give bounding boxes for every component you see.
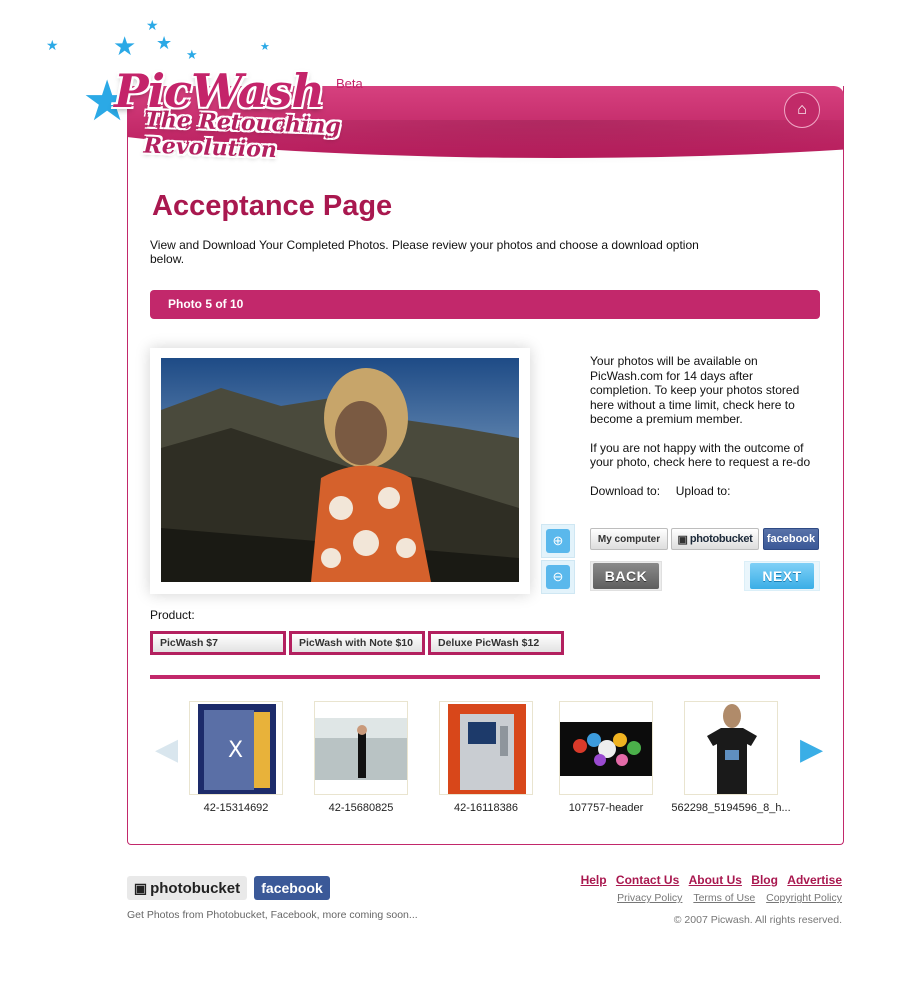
footer-facebook-logo[interactable]: facebook [254,876,330,900]
photo-counter-label: Photo 5 of 10 [168,297,244,311]
thumbnail[interactable] [684,701,778,795]
copyright-text: © 2007 Picwash. All rights reserved. [673,914,842,926]
advertise-link[interactable]: Advertise [787,873,842,887]
download-label: Download to: [590,483,661,498]
zoom-in-button[interactable]: ⊕ [541,524,575,558]
home-button[interactable]: ⌂ [784,92,820,128]
next-button[interactable]: NEXT [744,561,820,591]
terms-of-use-link[interactable]: Terms of Use [693,892,755,904]
thumbnail[interactable] [559,701,653,795]
intro-text: View and Download Your Completed Photos.… [150,238,699,266]
photo-counter-bar: Photo 5 of 10 [150,290,820,319]
info-panel: Your photos will be available on PicWash… [590,354,815,498]
star-icon: ★ [146,17,159,33]
product-option-picwash-note[interactable]: PicWash with Note $10 [289,631,425,655]
star-icon: ★ [156,33,173,53]
page-title: Acceptance Page [152,190,393,222]
thumbnail-caption: 107757-header [568,802,644,814]
redo-text: If you are not happy with the outcome of… [590,440,811,470]
thumbnail-caption: 42-15314692 [203,802,269,814]
photobucket-label: photobucket [689,533,753,545]
footer-links: Help Contact Us About Us Blog Advertise [575,873,842,887]
camera-icon: ▣ [133,879,148,896]
star-icon: ★ [260,41,270,53]
facebook-upload-button[interactable]: facebook [763,528,819,550]
thumbnail-caption: 562298_5194596_8_h... [671,802,791,814]
footer-legal-links: Privacy Policy Terms of Use Copyright Po… [609,892,842,904]
my-computer-button[interactable]: My computer [590,528,668,550]
zoom-out-icon: ⊖ [552,569,564,584]
thumbnail-caption: 42-15680825 [328,802,394,814]
svg-text:X: X [228,738,243,763]
product-option-picwash[interactable]: PicWash $7 [150,631,286,655]
thumbnail[interactable] [439,701,533,795]
privacy-policy-link[interactable]: Privacy Policy [617,892,682,904]
section-divider [150,675,820,679]
zoom-in-icon: ⊕ [552,533,564,548]
star-icon: ★ [113,31,137,61]
footer-photobucket-label: photobucket [150,879,241,897]
photobucket-upload-button[interactable]: ▣ photobucket [671,528,759,550]
blog-link[interactable]: Blog [751,873,778,887]
star-icon: ★ [186,47,198,62]
camera-icon: ▣ [677,533,688,546]
logo-tagline: The Retouching Revolution [143,106,342,164]
copyright-policy-link[interactable]: Copyright Policy [766,892,842,904]
carousel-next-button[interactable]: ▶ [800,732,823,767]
arrow-left-icon: ◀ [155,733,179,766]
thumbnail[interactable] [314,701,408,795]
beta-badge: Beta [336,76,363,91]
star-icon: ★ [46,37,59,53]
zoom-out-button[interactable]: ⊖ [541,560,575,594]
availability-text: Your photos will be available on PicWash… [590,354,800,426]
product-label: Product: [150,608,195,622]
footer-facebook-label: facebook [261,880,323,896]
back-label: BACK [592,563,660,589]
back-button[interactable]: BACK [590,561,662,591]
next-label: NEXT [750,563,814,589]
about-us-link[interactable]: About Us [689,873,742,887]
arrow-right-icon: ▶ [800,733,824,766]
home-icon: ⌂ [797,101,807,118]
contact-us-link[interactable]: Contact Us [616,873,679,887]
my-computer-label: My computer [597,533,661,545]
footer-photobucket-logo[interactable]: ▣ photobucket [127,876,247,900]
product-option-deluxe[interactable]: Deluxe PicWash $12 [428,631,564,655]
picwash-logo[interactable]: ★ PicWash Beta The Retouching Revolution [78,62,458,163]
footer-note: Get Photos from Photobucket, Facebook, m… [127,909,418,921]
thumbnail[interactable]: X [189,701,283,795]
thumbnail-caption: 42-16118386 [453,802,519,814]
help-link[interactable]: Help [581,873,607,887]
main-photo [161,358,519,582]
carousel-prev-button[interactable]: ◀ [155,732,178,767]
upload-label: Upload to: [675,483,731,498]
facebook-label: facebook [766,533,816,545]
